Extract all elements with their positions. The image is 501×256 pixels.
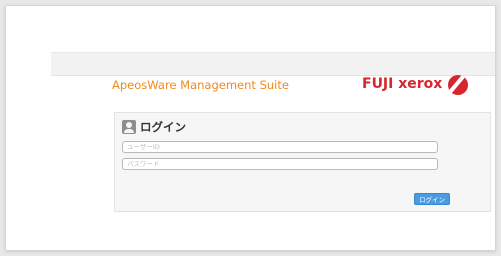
- password-input[interactable]: [122, 158, 438, 170]
- brand-logo-text: FUJI xerox: [362, 76, 442, 92]
- login-button[interactable]: ログイン: [414, 193, 450, 205]
- login-heading-label: ログイン: [140, 120, 186, 134]
- brand-xerox: xerox: [398, 76, 443, 92]
- fuji-xerox-logo-icon: [448, 75, 468, 95]
- login-heading: ログイン: [122, 119, 186, 135]
- header-strip: [51, 52, 495, 76]
- brand-fuji: FUJI: [362, 76, 394, 92]
- app-title: ApeosWare Management Suite: [112, 78, 289, 92]
- user-icon: [122, 120, 136, 134]
- user-id-input[interactable]: [122, 141, 438, 153]
